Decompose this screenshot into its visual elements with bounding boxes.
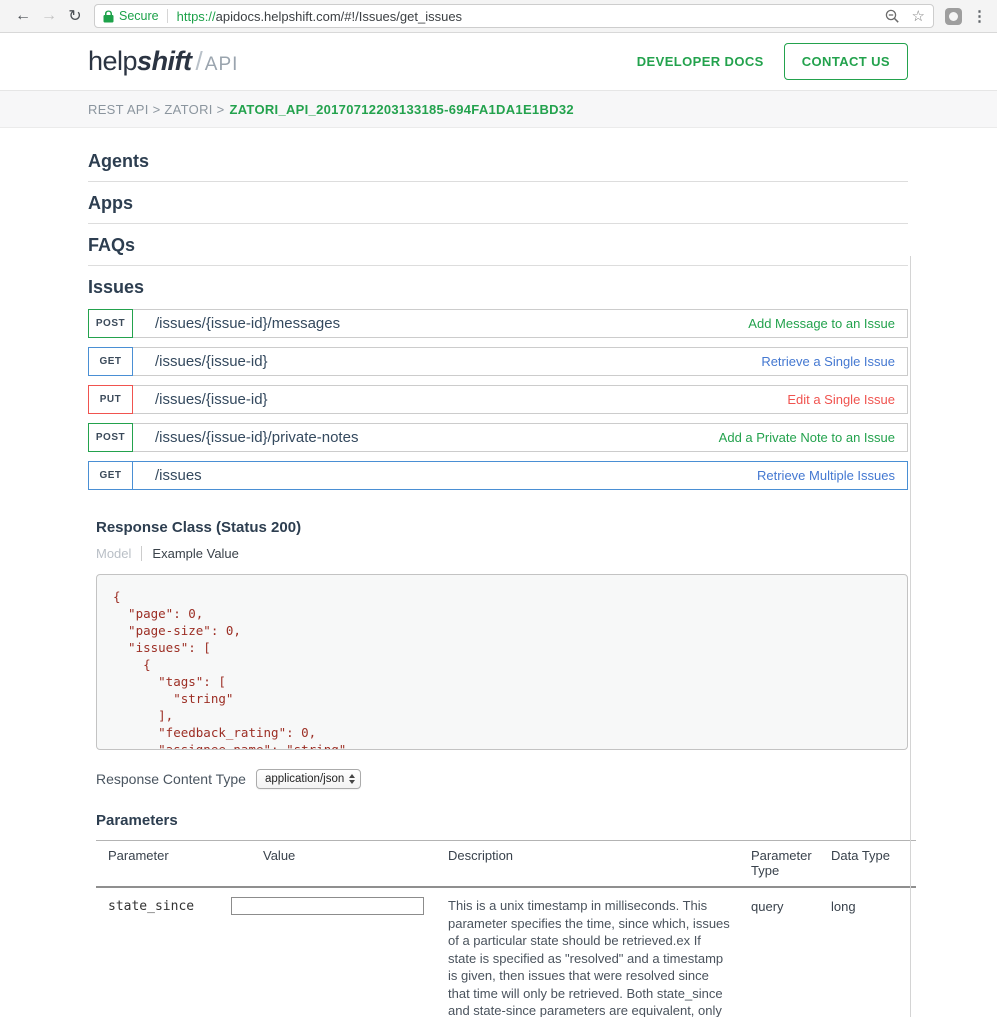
- main-content: Agents Apps FAQs Issues POST /issues/{is…: [0, 128, 997, 1017]
- response-content-type-row: Response Content Type application/json: [96, 769, 908, 789]
- bookmark-star-icon[interactable]: ☆: [912, 7, 925, 25]
- endpoint-get-single-issue[interactable]: GET /issues/{issue-id} Retrieve a Single…: [88, 347, 908, 376]
- endpoint-path: /issues/{issue-id}: [155, 353, 268, 370]
- expanded-operation: Response Class (Status 200) Model Exampl…: [88, 499, 908, 1017]
- section-faqs: FAQs: [88, 235, 908, 266]
- browser-menu-icon[interactable]: ⋮: [972, 7, 987, 25]
- lock-icon: [103, 10, 114, 23]
- omnibox-divider: [167, 9, 168, 23]
- endpoint-path: /issues/{issue-id}/private-notes: [155, 429, 358, 446]
- method-badge-get: GET: [88, 347, 133, 376]
- endpoint-post-messages[interactable]: POST /issues/{issue-id}/messages Add Mes…: [88, 309, 908, 338]
- endpoint-summary-link[interactable]: Retrieve a Single Issue: [761, 354, 895, 369]
- site-header: helpshift/API DEVELOPER DOCS CONTACT US: [0, 33, 997, 91]
- section-apps: Apps: [88, 193, 908, 224]
- endpoint-summary-link[interactable]: Add Message to an Issue: [748, 316, 895, 331]
- endpoint-path: /issues: [155, 467, 202, 484]
- method-badge-post: POST: [88, 423, 133, 452]
- endpoint-summary-link[interactable]: Edit a Single Issue: [787, 392, 895, 407]
- param-type: query: [741, 897, 819, 1017]
- parameters-table-header: Parameter Value Description Parameter Ty…: [96, 841, 916, 888]
- response-content-type-value: application/json: [265, 773, 344, 785]
- response-class-title: Response Class (Status 200): [96, 519, 908, 536]
- endpoint-post-private-notes[interactable]: POST /issues/{issue-id}/private-notes Ad…: [88, 423, 908, 452]
- forward-icon[interactable]: →: [36, 7, 62, 25]
- section-divider: [88, 265, 908, 266]
- url-scheme: https://: [177, 9, 216, 24]
- endpoint-path: /issues/{issue-id}/messages: [155, 315, 340, 332]
- section-issues: Issues: [88, 277, 908, 298]
- section-divider: [88, 223, 908, 224]
- tab-divider: [141, 546, 142, 561]
- contact-us-button[interactable]: CONTACT US: [784, 43, 908, 80]
- endpoint-summary-link[interactable]: Retrieve Multiple Issues: [757, 468, 895, 483]
- logo-shift-text: shift: [137, 46, 192, 77]
- section-title-agents[interactable]: Agents: [88, 151, 908, 172]
- developer-docs-link[interactable]: DEVELOPER DOCS: [637, 54, 764, 69]
- breadcrumb-current-link[interactable]: ZATORI_API_20170712203133185-694FA1DA1E1…: [229, 102, 573, 117]
- header-value: Value: [231, 848, 436, 878]
- extension-icon[interactable]: [945, 8, 962, 25]
- header-parameter: Parameter: [96, 848, 231, 878]
- zoom-out-icon[interactable]: [885, 9, 900, 24]
- reload-icon[interactable]: ↻: [62, 6, 88, 26]
- section-divider: [88, 181, 908, 182]
- method-badge-get: GET: [88, 461, 133, 490]
- section-agents: Agents: [88, 128, 908, 182]
- endpoint-summary-link[interactable]: Add a Private Note to an Issue: [719, 430, 895, 445]
- tab-example-value[interactable]: Example Value: [152, 546, 238, 561]
- parameters-title: Parameters: [96, 812, 908, 829]
- logo-api-text: API: [205, 54, 239, 76]
- endpoint-get-issues[interactable]: GET /issues Retrieve Multiple Issues: [88, 461, 908, 490]
- logo-help-text: help: [88, 46, 137, 77]
- table-row: state_since This is a unix timestamp in …: [96, 888, 916, 1017]
- header-data-type: Data Type: [819, 848, 916, 878]
- logo-slash: /: [196, 46, 203, 77]
- url-text[interactable]: https://apidocs.helpshift.com/#!/Issues/…: [177, 9, 462, 24]
- param-description: This is a unix timestamp in milliseconds…: [436, 897, 741, 1017]
- state-since-value-input[interactable]: [231, 897, 424, 915]
- param-data-type: long: [819, 897, 916, 1017]
- content-right-rule: [910, 256, 911, 1017]
- parameters-table: Parameter Value Description Parameter Ty…: [96, 840, 916, 1017]
- endpoint-path: /issues/{issue-id}: [155, 391, 268, 408]
- method-badge-put: PUT: [88, 385, 133, 414]
- tab-model[interactable]: Model: [96, 546, 131, 561]
- back-icon[interactable]: ←: [10, 7, 36, 25]
- response-content-type-label: Response Content Type: [96, 771, 246, 787]
- url-bar[interactable]: Secure https://apidocs.helpshift.com/#!/…: [94, 4, 934, 28]
- header-parameter-type: Parameter Type: [741, 848, 819, 878]
- param-name-state-since: state_since: [96, 897, 231, 1017]
- header-description: Description: [436, 848, 741, 878]
- example-json-block[interactable]: { "page": 0, "page-size": 0, "issues": […: [96, 574, 908, 750]
- helpshift-logo[interactable]: helpshift/API: [88, 46, 238, 77]
- browser-toolbar: ← → ↻ Secure https://apidocs.helpshift.c…: [0, 0, 997, 33]
- endpoint-put-single-issue[interactable]: PUT /issues/{issue-id} Edit a Single Iss…: [88, 385, 908, 414]
- method-badge-post: POST: [88, 309, 133, 338]
- section-title-issues[interactable]: Issues: [88, 277, 908, 298]
- breadcrumb-prefix: REST API > ZATORI >: [88, 102, 224, 117]
- breadcrumb: REST API > ZATORI > ZATORI_API_201707122…: [0, 91, 997, 128]
- select-stepper-icon: [349, 774, 355, 784]
- url-rest: apidocs.helpshift.com/#!/Issues/get_issu…: [216, 9, 462, 24]
- response-tabs: Model Example Value: [96, 546, 908, 561]
- secure-label: Secure: [119, 9, 159, 23]
- response-content-type-select[interactable]: application/json: [256, 769, 361, 789]
- section-title-apps[interactable]: Apps: [88, 193, 908, 214]
- section-title-faqs[interactable]: FAQs: [88, 235, 908, 256]
